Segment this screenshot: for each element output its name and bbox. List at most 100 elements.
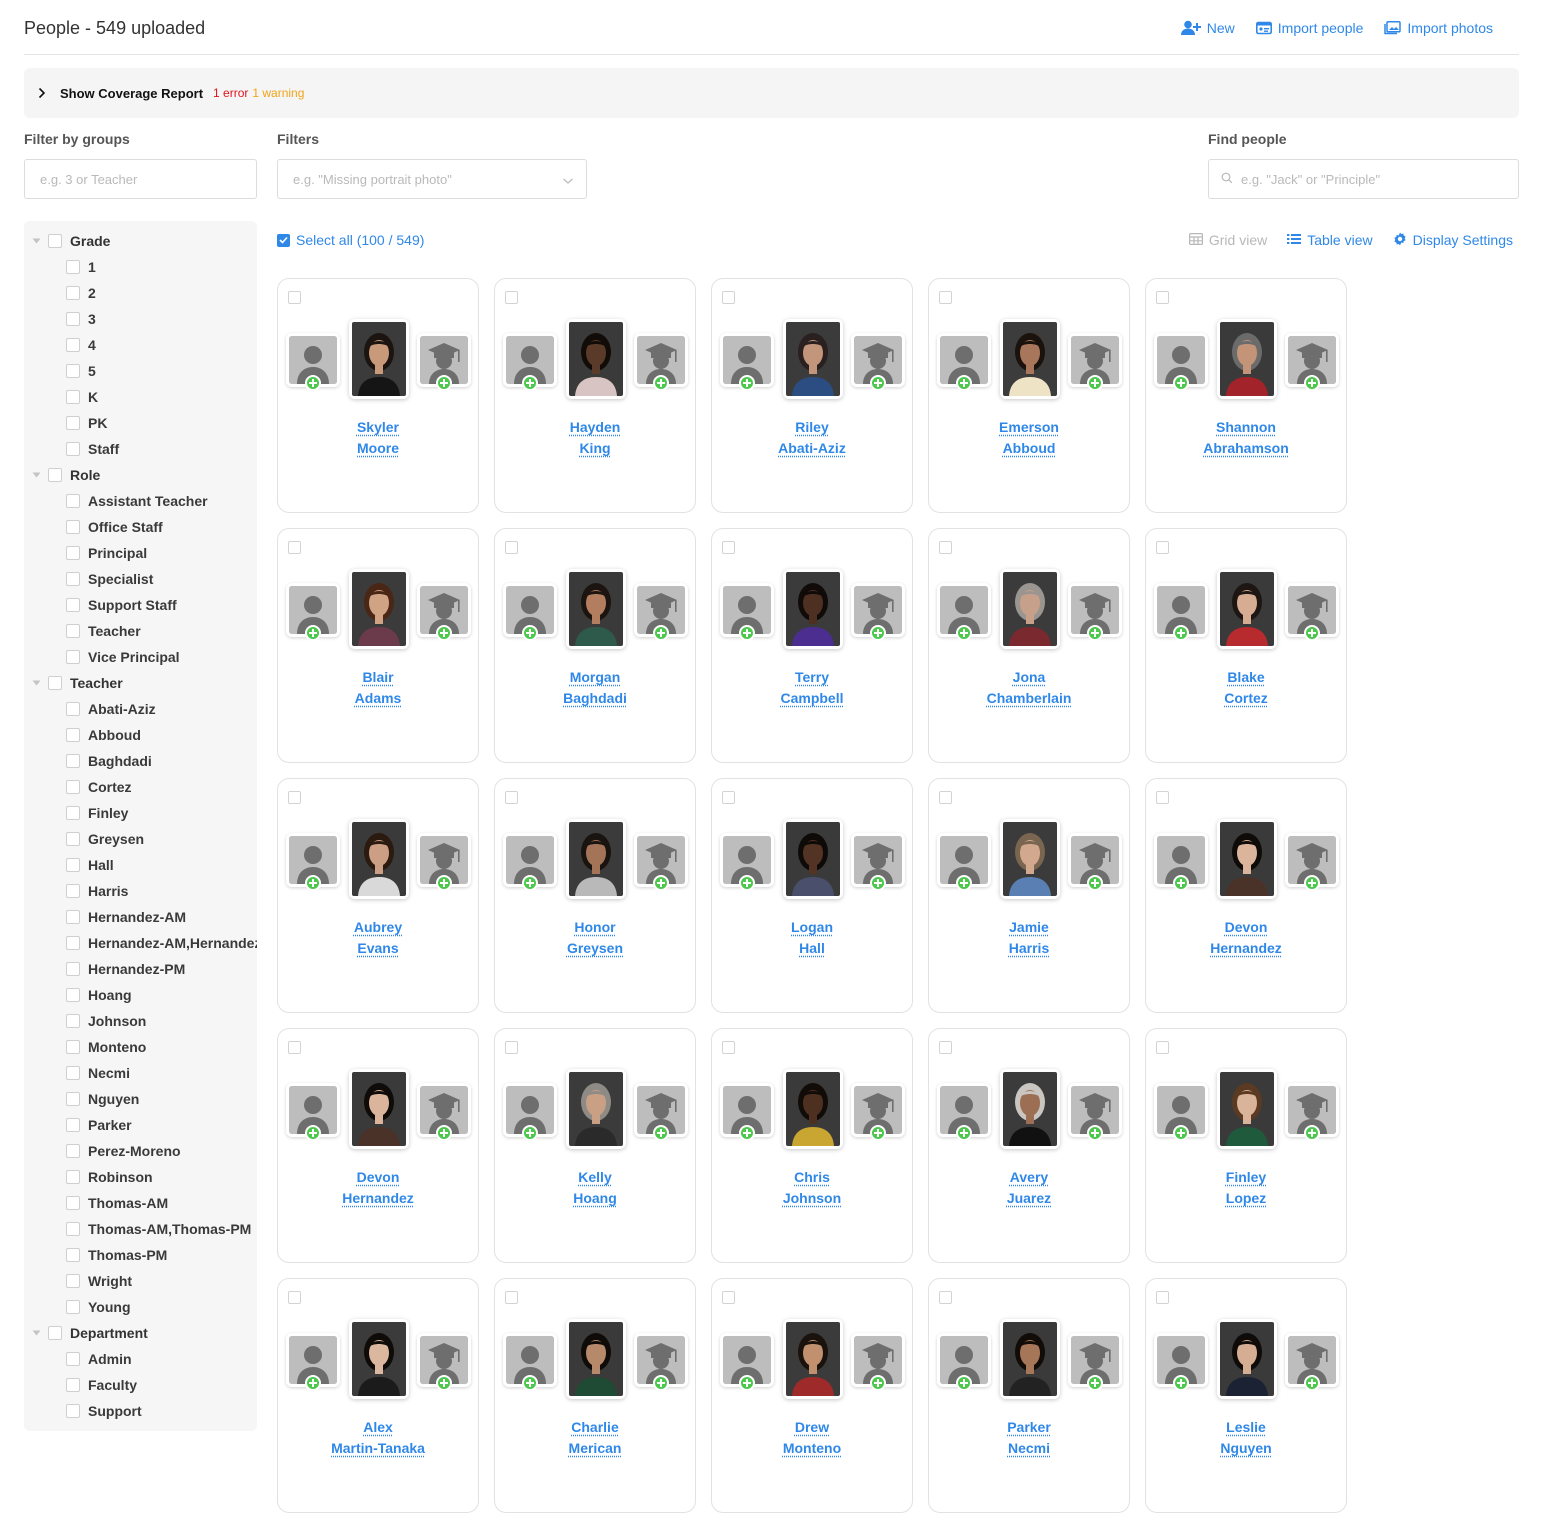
- add-student-photo-slot[interactable]: [720, 1333, 774, 1391]
- item-checkbox[interactable]: [66, 936, 80, 950]
- tree-group-role[interactable]: Role: [30, 465, 100, 485]
- person-last-name[interactable]: Monteno: [712, 1438, 912, 1459]
- person-name-link[interactable]: Avery Juarez: [929, 1167, 1129, 1209]
- person-last-name[interactable]: Harris: [929, 938, 1129, 959]
- add-photo-icon[interactable]: [522, 1125, 538, 1141]
- portrait-photo[interactable]: [349, 319, 409, 399]
- add-graduation-photo-slot[interactable]: [417, 1333, 471, 1391]
- add-photo-icon[interactable]: [739, 1125, 755, 1141]
- person-last-name[interactable]: Evans: [278, 938, 478, 959]
- item-checkbox[interactable]: [66, 910, 80, 924]
- portrait-photo[interactable]: [1217, 319, 1277, 399]
- add-photo-icon[interactable]: [870, 875, 886, 891]
- tree-item[interactable]: Young: [66, 1297, 131, 1317]
- tree-item[interactable]: Hernandez-PM: [66, 959, 185, 979]
- person-first-name[interactable]: Skyler: [278, 417, 478, 438]
- import-people-button[interactable]: Import people: [1255, 20, 1363, 36]
- item-checkbox[interactable]: [66, 624, 80, 638]
- group-checkbox[interactable]: [48, 468, 62, 482]
- portrait-photo[interactable]: [1217, 1319, 1277, 1399]
- add-photo-icon[interactable]: [956, 875, 972, 891]
- person-first-name[interactable]: Hayden: [495, 417, 695, 438]
- item-checkbox[interactable]: [66, 598, 80, 612]
- item-checkbox[interactable]: [66, 832, 80, 846]
- person-card[interactable]: Blake Cortez: [1145, 528, 1347, 763]
- add-student-photo-slot[interactable]: [286, 333, 340, 391]
- person-card[interactable]: Avery Juarez: [928, 1028, 1130, 1263]
- person-name-link[interactable]: Chris Johnson: [712, 1167, 912, 1209]
- add-photo-icon[interactable]: [1304, 1375, 1320, 1391]
- portrait-photo[interactable]: [783, 319, 843, 399]
- item-checkbox[interactable]: [66, 520, 80, 534]
- item-checkbox[interactable]: [66, 650, 80, 664]
- add-graduation-photo-slot[interactable]: [851, 833, 905, 891]
- add-photo-icon[interactable]: [653, 1375, 669, 1391]
- tree-item[interactable]: Office Staff: [66, 517, 163, 537]
- person-first-name[interactable]: Charlie: [495, 1417, 695, 1438]
- add-photo-icon[interactable]: [1173, 1125, 1189, 1141]
- add-photo-icon[interactable]: [653, 875, 669, 891]
- portrait-photo[interactable]: [1217, 569, 1277, 649]
- portrait-photo[interactable]: [566, 319, 626, 399]
- tree-item[interactable]: Perez-Moreno: [66, 1141, 181, 1161]
- person-last-name[interactable]: Nguyen: [1146, 1438, 1346, 1459]
- card-checkbox[interactable]: [939, 1291, 952, 1304]
- add-student-photo-slot[interactable]: [720, 833, 774, 891]
- filters-select[interactable]: e.g. "Missing portrait photo": [277, 159, 587, 199]
- person-last-name[interactable]: Campbell: [712, 688, 912, 709]
- person-last-name[interactable]: Greysen: [495, 938, 695, 959]
- card-checkbox[interactable]: [722, 791, 735, 804]
- add-graduation-photo-slot[interactable]: [417, 1083, 471, 1141]
- person-last-name[interactable]: Lopez: [1146, 1188, 1346, 1209]
- add-graduation-photo-slot[interactable]: [634, 833, 688, 891]
- item-checkbox[interactable]: [66, 1040, 80, 1054]
- caret-down-icon[interactable]: [30, 677, 42, 689]
- add-photo-icon[interactable]: [870, 375, 886, 391]
- person-card[interactable]: Leslie Nguyen: [1145, 1278, 1347, 1513]
- tree-item[interactable]: Abati-Aziz: [66, 699, 156, 719]
- tree-item[interactable]: Support: [66, 1401, 142, 1421]
- person-card[interactable]: Drew Monteno: [711, 1278, 913, 1513]
- tree-item[interactable]: Wright: [66, 1271, 132, 1291]
- add-student-photo-slot[interactable]: [503, 833, 557, 891]
- portrait-photo[interactable]: [783, 1069, 843, 1149]
- group-checkbox[interactable]: [48, 234, 62, 248]
- tree-item[interactable]: 2: [66, 283, 96, 303]
- person-name-link[interactable]: Blair Adams: [278, 667, 478, 709]
- add-photo-icon[interactable]: [305, 875, 321, 891]
- add-graduation-photo-slot[interactable]: [634, 583, 688, 641]
- item-checkbox[interactable]: [66, 1352, 80, 1366]
- add-photo-icon[interactable]: [305, 1125, 321, 1141]
- person-first-name[interactable]: Blake: [1146, 667, 1346, 688]
- new-button[interactable]: New: [1180, 20, 1235, 36]
- person-name-link[interactable]: Kelly Hoang: [495, 1167, 695, 1209]
- item-checkbox[interactable]: [66, 260, 80, 274]
- tree-item[interactable]: Thomas-AM: [66, 1193, 168, 1213]
- add-photo-icon[interactable]: [436, 1375, 452, 1391]
- add-graduation-photo-slot[interactable]: [851, 583, 905, 641]
- person-last-name[interactable]: Hernandez: [1146, 938, 1346, 959]
- tree-item[interactable]: K: [66, 387, 98, 407]
- add-student-photo-slot[interactable]: [1154, 1083, 1208, 1141]
- person-first-name[interactable]: Shannon: [1146, 417, 1346, 438]
- item-checkbox[interactable]: [66, 1092, 80, 1106]
- person-first-name[interactable]: Parker: [929, 1417, 1129, 1438]
- item-checkbox[interactable]: [66, 546, 80, 560]
- person-name-link[interactable]: Charlie Merican: [495, 1417, 695, 1459]
- card-checkbox[interactable]: [505, 541, 518, 554]
- card-checkbox[interactable]: [505, 1291, 518, 1304]
- person-last-name[interactable]: Juarez: [929, 1188, 1129, 1209]
- grid-view-button[interactable]: Grid view: [1188, 232, 1267, 248]
- person-first-name[interactable]: Devon: [1146, 917, 1346, 938]
- add-photo-icon[interactable]: [305, 1375, 321, 1391]
- caret-down-icon[interactable]: [30, 235, 42, 247]
- add-graduation-photo-slot[interactable]: [417, 333, 471, 391]
- add-student-photo-slot[interactable]: [503, 583, 557, 641]
- add-photo-icon[interactable]: [1087, 1375, 1103, 1391]
- person-first-name[interactable]: Aubrey: [278, 917, 478, 938]
- tree-group-grade[interactable]: Grade: [30, 231, 110, 251]
- portrait-photo[interactable]: [349, 1319, 409, 1399]
- portrait-photo[interactable]: [1000, 569, 1060, 649]
- person-last-name[interactable]: Johnson: [712, 1188, 912, 1209]
- card-checkbox[interactable]: [288, 791, 301, 804]
